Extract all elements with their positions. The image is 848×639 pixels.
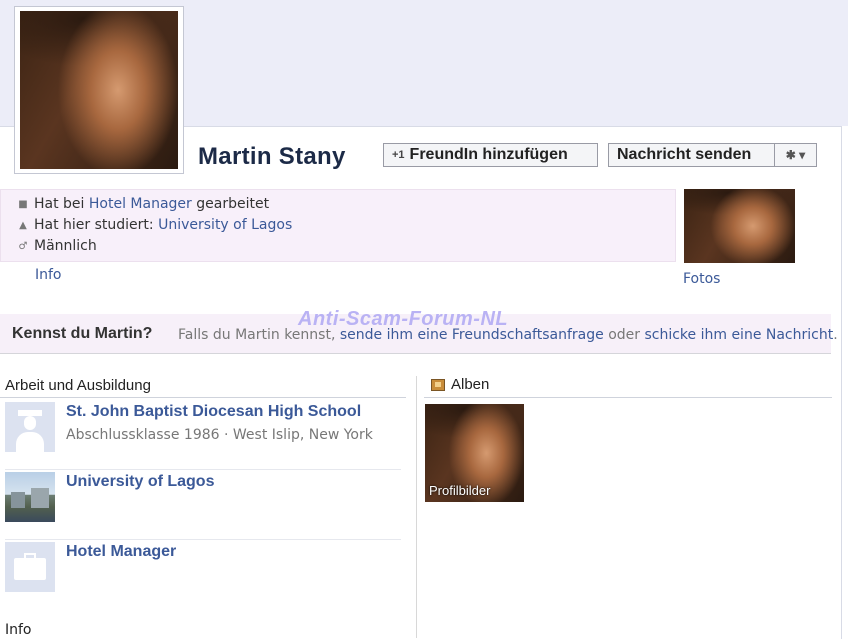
- study-prefix: Hat hier studiert:: [34, 217, 154, 233]
- campus-photo[interactable]: [5, 472, 55, 522]
- study-link[interactable]: University of Lagos: [158, 217, 292, 233]
- entry-divider: [5, 539, 401, 540]
- work-education-heading: Arbeit und Ausbildung: [5, 377, 151, 394]
- info-row-work: ■ Hat bei Hotel Manager gearbeitet: [17, 196, 269, 212]
- albums-heading: Alben: [431, 376, 489, 393]
- entry-subtitle-school: Abschlussklasse 1986 · West Islip, New Y…: [66, 427, 373, 443]
- profile-picture[interactable]: [20, 11, 178, 169]
- column-divider: [416, 376, 417, 638]
- info-section-heading: Info: [5, 622, 32, 638]
- info-row-gender: ♂ Männlich: [17, 238, 97, 254]
- profile-picture-frame[interactable]: [14, 6, 184, 174]
- work-link[interactable]: Hotel Manager: [89, 196, 192, 212]
- add-friend-button[interactable]: +1 FreundIn hinzufügen: [383, 143, 598, 167]
- album-profile-pictures[interactable]: Profilbilder: [425, 404, 524, 502]
- fotos-thumbnail[interactable]: [684, 189, 795, 263]
- work-entry-school: St. John Baptist Diocesan High School Ab…: [5, 402, 401, 470]
- albums-heading-label: Alben: [451, 376, 490, 393]
- know-text-3: .: [833, 327, 838, 343]
- know-text-2: oder: [608, 327, 641, 343]
- entry-divider: [5, 469, 401, 470]
- briefcase-icon: [5, 542, 55, 592]
- gender-icon: ♂: [18, 240, 28, 252]
- work-entry-university: University of Lagos: [5, 472, 401, 540]
- send-message-button[interactable]: Nachricht senden: [608, 143, 775, 167]
- gender-text: Männlich: [34, 238, 97, 254]
- school-small-icon: ▲: [19, 219, 27, 231]
- entry-title-university[interactable]: University of Lagos: [66, 473, 214, 491]
- profile-name: Martin Stany: [198, 143, 346, 170]
- entry-title-school[interactable]: St. John Baptist Diocesan High School: [66, 403, 361, 421]
- album-label: Profilbilder: [429, 483, 491, 498]
- work-suffix: gearbeitet: [196, 196, 270, 212]
- send-message-label: Nachricht senden: [617, 146, 752, 163]
- options-menu-button[interactable]: ✱ ▾: [774, 143, 817, 167]
- work-entry-job: Hotel Manager: [5, 542, 401, 610]
- watermark: Anti-Scam-Forum-NL: [298, 308, 509, 330]
- fotos-link[interactable]: Fotos: [683, 271, 720, 287]
- briefcase-small-icon: ■: [18, 198, 28, 210]
- albums-divider: [424, 397, 832, 398]
- work-prefix: Hat bei: [34, 196, 85, 212]
- add-friend-icon: +1: [392, 149, 405, 161]
- info-summary-box: ■ Hat bei Hotel Manager gearbeitet ▲ Hat…: [0, 189, 676, 262]
- graduate-icon: [5, 402, 55, 452]
- photo-album-icon: [431, 378, 445, 391]
- entry-title-job[interactable]: Hotel Manager: [66, 543, 176, 561]
- info-link[interactable]: Info: [35, 267, 62, 283]
- know-person-title: Kennst du Martin?: [12, 325, 153, 342]
- add-friend-label: FreundIn hinzufügen: [409, 146, 568, 163]
- info-row-study: ▲ Hat hier studiert: University of Lagos: [17, 217, 292, 233]
- send-message-link[interactable]: schicke ihm eine Nachricht: [644, 327, 833, 343]
- gear-icon: ✱ ▾: [785, 148, 806, 162]
- work-education-divider: [0, 397, 406, 398]
